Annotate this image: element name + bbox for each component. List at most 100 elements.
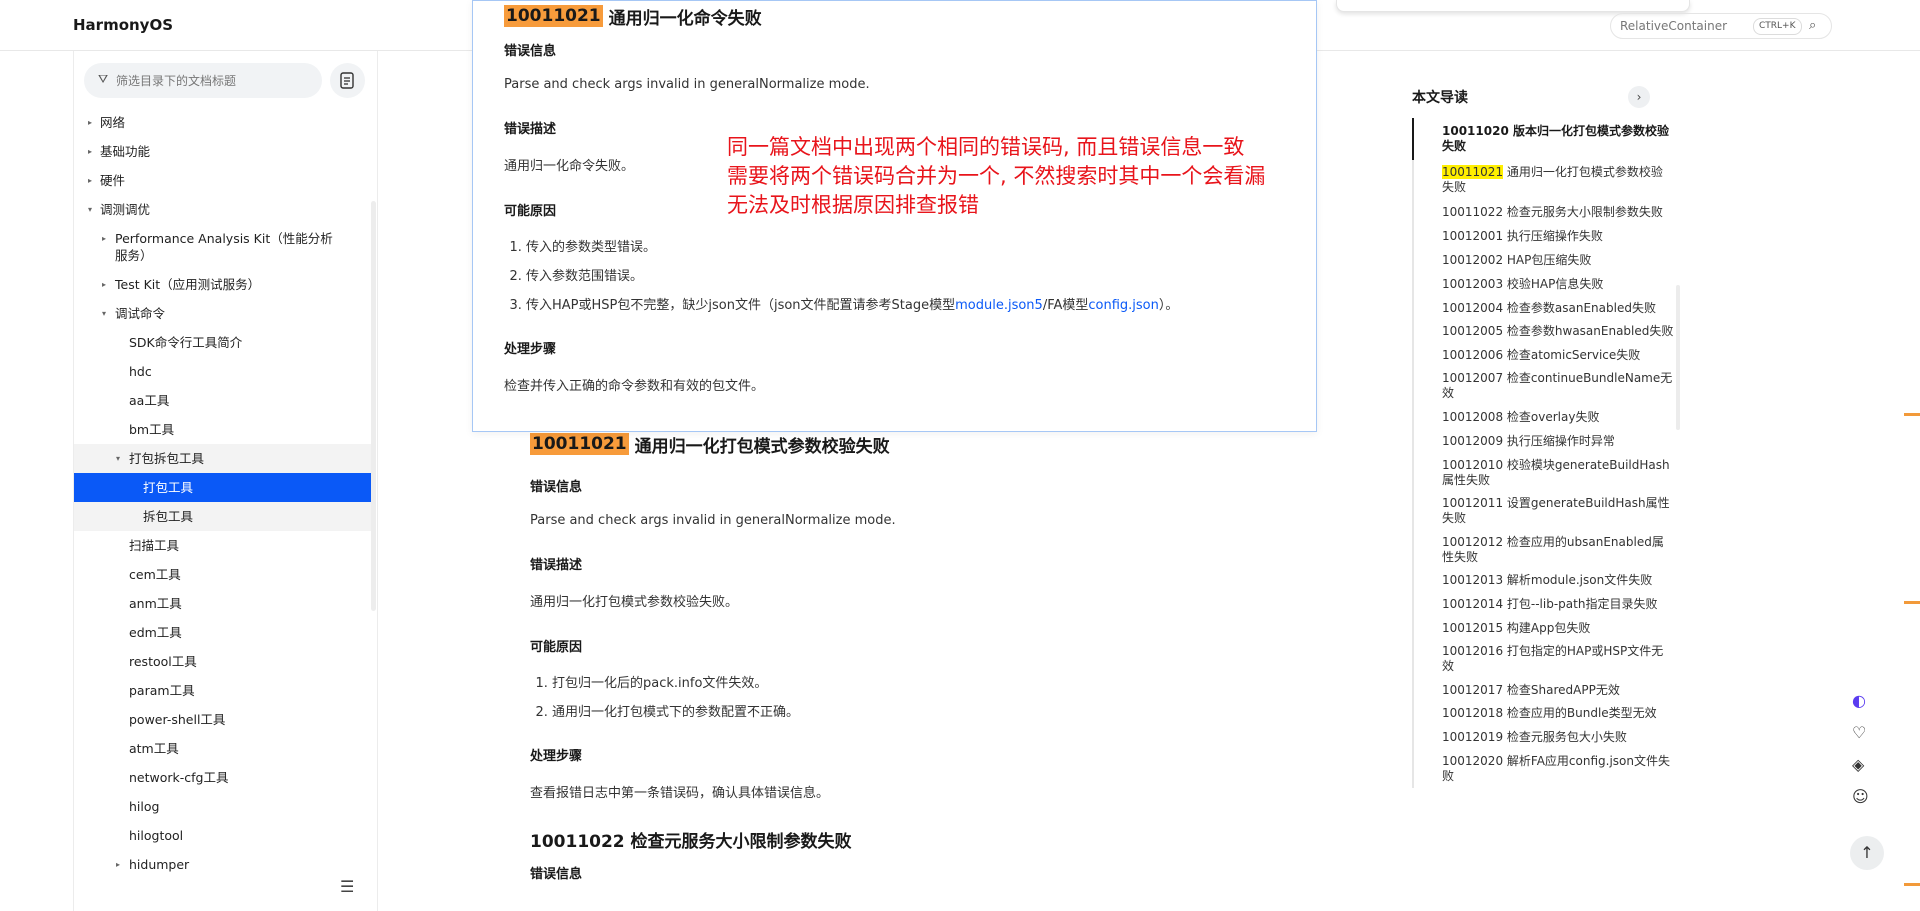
toc-item[interactable]: 10012008 检查overlay失败 [1414,406,1674,430]
toc-item[interactable]: 10012013 解析module.json文件失败 [1414,569,1674,593]
toc-item[interactable]: 10012005 检查参数hwasanEnabled失败 [1414,320,1674,344]
chevron-down-icon[interactable]: ▾ [116,444,126,473]
toc-item[interactable]: 10012010 校验模块generateBuildHash属性失败 [1414,454,1674,493]
toc-item[interactable]: 10012011 设置generateBuildHash属性失败 [1414,492,1674,531]
chevron-down-icon[interactable]: ▾ [88,195,98,224]
sidebar-item[interactable]: anm工具 [74,589,371,618]
brand-logo[interactable]: HarmonyOS [73,16,173,34]
sidebar-item-label: hdc [129,364,152,379]
section-title: 处理步骤 [530,749,583,764]
layers-icon[interactable]: ◈ [1852,755,1864,774]
sidebar-item[interactable]: restool工具 [74,647,371,676]
shortcut-badge: CTRL+K [1753,18,1802,35]
toc-item[interactable]: 10012012 检查应用的ubsanEnabled属性失败 [1414,531,1674,570]
search-icon[interactable]: ⌕ [1809,18,1816,33]
sidebar-item[interactable]: ▾ 调试命令 [74,299,371,328]
smile-icon[interactable]: ☺ [1852,787,1869,806]
chevron-right-icon[interactable]: ▸ [88,108,98,137]
filter-box[interactable]: ⛛ [84,63,322,98]
sidebar-item[interactable]: 拆包工具 [74,502,371,531]
sidebar-item[interactable]: ▸ 硬件 [74,166,371,195]
annotation-line: 无法及时根据原因排查报错 [727,193,979,217]
chevron-right-icon[interactable]: ▸ [102,230,112,247]
sidebar-item-label: cem工具 [129,567,181,582]
sidebar-item[interactable]: edm工具 [74,618,371,647]
sidebar-item[interactable]: atm工具 [74,734,371,763]
sidebar-item[interactable]: aa工具 [74,386,371,415]
chevron-right-icon[interactable]: ▸ [88,166,98,195]
search-box[interactable]: RelativeContainer CTRL+K ⌕ [1610,13,1832,39]
ai-assistant-icon[interactable]: ◐ [1852,691,1866,710]
error-heading: 10011021 通用归一化命令失败 [504,2,1284,30]
section-title: 可能原因 [530,640,583,655]
collapse-sidebar-icon[interactable]: ☰ [340,877,354,896]
sidebar-item-label: anm工具 [129,596,182,611]
chevron-right-icon[interactable]: ▸ [102,270,112,299]
sidebar-item[interactable]: hilog [74,792,371,821]
sidebar-item[interactable]: ▸ Test Kit（应用测试服务） [74,270,371,299]
sidebar-item[interactable]: hilogtool [74,821,371,850]
sidebar-item-label: 调测调优 [100,202,151,217]
sidebar-item-label: power-shell工具 [129,712,226,727]
doc-list-button[interactable] [330,63,365,98]
sidebar-item[interactable]: cem工具 [74,560,371,589]
toc-item[interactable]: 10012018 检查应用的Bundle类型无效 [1414,702,1674,726]
toc-item[interactable]: 10011021 通用归一化打包模式参数校验失败 [1414,160,1674,201]
toc-item[interactable]: 10012004 检查参数asanEnabled失败 [1414,297,1674,321]
sidebar-item[interactable]: ▾ 打包拆包工具 [74,444,371,473]
feedback-icon[interactable]: ♡ [1852,723,1866,742]
back-to-top-button[interactable]: ↑ [1850,836,1884,870]
sidebar-item-label: hilogtool [129,828,184,843]
chevron-right-icon[interactable]: › [1628,86,1650,108]
toc-item[interactable]: 10012017 检查SharedAPP无效 [1414,679,1674,703]
toc-item[interactable]: 10012019 检查元服务包大小失败 [1414,726,1674,750]
toc-item[interactable]: 10012015 构建App包失败 [1414,616,1674,640]
sidebar-item[interactable]: ▸ 基础功能 [74,137,371,166]
sidebar-item[interactable]: hdc [74,357,371,386]
toc-item[interactable]: 10012009 执行压缩操作时异常 [1414,430,1674,454]
sidebar-item-label: hilog [129,799,160,814]
filter-input[interactable] [116,63,316,98]
toc-item[interactable]: 10012002 HAP包压缩失败 [1414,249,1674,273]
search-text[interactable]: RelativeContainer [1620,19,1727,33]
toc-item[interactable]: 10012003 校验HAP信息失败 [1414,273,1674,297]
sidebar-item[interactable]: ▸ hidumper [74,850,371,879]
sidebar-item-label: 打包拆包工具 [129,451,205,466]
chevron-right-icon[interactable]: ▸ [116,850,126,879]
section-title: 错误信息 [530,480,583,495]
edge-marker [1904,883,1920,886]
toc-item[interactable]: 10012007 检查continueBundleName无效 [1414,367,1674,406]
toc-item[interactable]: 10012006 检查atomicService失败 [1414,344,1674,368]
sidebar-item[interactable]: ▾ 调测调优 [74,195,371,224]
edge-marker [1904,601,1920,604]
next-error-heading: 10011022 检查元服务大小限制参数失败 [530,831,852,852]
toc-item[interactable]: 10011022 检查元服务大小限制参数失败 [1414,201,1674,225]
sidebar-scrollbar[interactable] [371,201,376,611]
sidebar-item[interactable]: 扫描工具 [74,531,371,560]
sidebar-item[interactable]: ▸ 网络 [74,108,371,137]
toc-item[interactable]: 10012014 打包--lib-path指定目录失败 [1414,593,1674,617]
section-text: Parse and check args invalid in generalN… [530,513,896,528]
sidebar-item[interactable]: SDK命令行工具简介 [74,328,371,357]
sidebar-item-label: 拆包工具 [143,509,194,524]
section-text: Parse and check args invalid in generalN… [504,77,870,92]
search-dropdown [1336,0,1690,12]
config-json-link[interactable]: config.json [1088,298,1159,313]
toc-item[interactable]: 10012001 执行压缩操作失败 [1414,225,1674,249]
sidebar-item-label: 基础功能 [100,144,151,159]
toc-item-current[interactable]: 10011020 版本归一化打包模式参数校验失败 [1412,118,1674,160]
toc-scrollbar[interactable] [1676,285,1680,430]
chevron-right-icon[interactable]: ▸ [88,137,98,166]
sidebar-item[interactable]: ▸ Performance Analysis Kit（性能分析服务） [74,224,371,270]
toc-item[interactable]: 10012020 解析FA应用config.json文件失败 [1414,750,1674,789]
sidebar-item[interactable]: param工具 [74,676,371,705]
toc-item[interactable]: 10012016 打包指定的HAP或HSP文件无效 [1414,640,1674,679]
error-heading: 10011021 通用归一化打包模式参数校验失败 [530,430,1330,458]
sidebar-item[interactable]: bm工具 [74,415,371,444]
sidebar-item[interactable]: network-cfg工具 [74,763,371,792]
sidebar-item[interactable]: 打包工具 [74,473,371,502]
chevron-down-icon[interactable]: ▾ [102,299,112,328]
module-json5-link[interactable]: module.json5 [955,298,1043,313]
error-title: 通用归一化命令失败 [608,8,762,29]
sidebar-item[interactable]: power-shell工具 [74,705,371,734]
